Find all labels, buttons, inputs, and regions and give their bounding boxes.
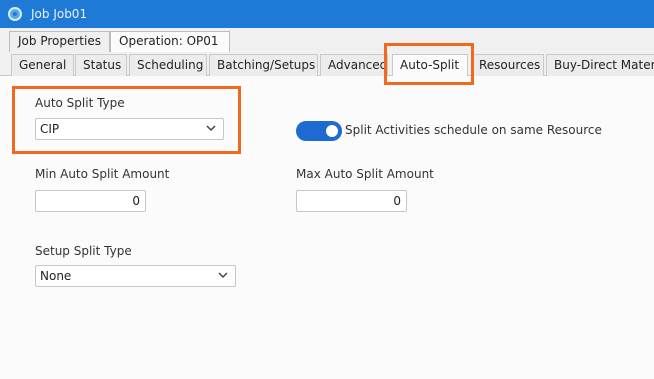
tab-label: Batching/Setups: [217, 58, 316, 72]
tab-operation[interactable]: Operation: OP01: [110, 31, 230, 52]
inner-tab-bar: General Status Scheduling Batching/Setup…: [0, 52, 654, 77]
tab-resources[interactable]: Resources: [471, 54, 544, 76]
chevron-down-icon: [218, 272, 228, 279]
auto-split-type-label: Auto Split Type: [35, 96, 125, 110]
max-auto-split-amount-input[interactable]: 0: [296, 190, 407, 212]
setup-split-type-value: None: [40, 269, 72, 283]
tab-label: Job Properties: [18, 34, 101, 48]
min-auto-split-amount-label: Min Auto Split Amount: [35, 167, 170, 181]
split-activities-toggle[interactable]: [296, 121, 342, 141]
tab-buy-direct-materials[interactable]: Buy-Direct Materi: [546, 54, 654, 76]
tab-label: Buy-Direct Materi: [554, 58, 654, 72]
auto-split-type-select[interactable]: CIP: [35, 118, 224, 140]
tab-batching-setups[interactable]: Batching/Setups: [209, 54, 318, 76]
title-bar: Job Job01: [0, 0, 654, 28]
chevron-down-icon: [206, 125, 216, 132]
tab-auto-split[interactable]: Auto-Split: [392, 54, 468, 77]
toggle-knob: [326, 125, 338, 137]
auto-split-type-value: CIP: [40, 122, 60, 136]
min-auto-split-amount-input[interactable]: 0: [35, 190, 146, 212]
tab-label: Advanced: [328, 58, 388, 72]
split-activities-label: Split Activities schedule on same Resour…: [345, 123, 602, 137]
tab-job-properties[interactable]: Job Properties: [9, 31, 110, 52]
tab-label: Scheduling: [137, 58, 204, 72]
window-title: Job Job01: [31, 7, 88, 21]
tab-label: Resources: [479, 58, 541, 72]
app-logo-icon: [8, 7, 22, 21]
outer-tab-bar: Job Properties Operation: OP01: [0, 28, 654, 52]
tab-status[interactable]: Status: [75, 54, 127, 76]
tab-general[interactable]: General: [11, 54, 74, 76]
tab-label: Operation: OP01: [119, 34, 219, 48]
tab-label: Status: [83, 58, 122, 72]
tab-label: General: [19, 58, 67, 72]
setup-split-type-label: Setup Split Type: [35, 244, 132, 258]
max-auto-split-amount-label: Max Auto Split Amount: [296, 167, 434, 181]
setup-split-type-select[interactable]: None: [35, 265, 236, 287]
tab-advanced[interactable]: Advanced: [320, 54, 388, 76]
tab-label: Auto-Split: [400, 58, 460, 72]
tab-scheduling[interactable]: Scheduling: [129, 54, 207, 76]
